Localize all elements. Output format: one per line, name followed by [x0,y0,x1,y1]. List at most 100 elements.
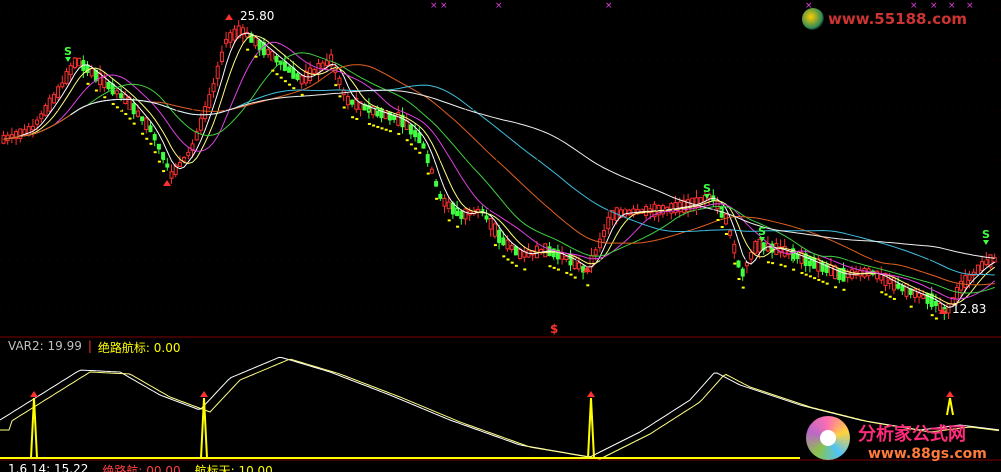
signal-dot [279,76,283,79]
candle-body [715,200,720,210]
signal-dot [456,225,460,228]
signal-dot [804,273,808,276]
signal-dot [288,83,292,86]
candle-body [131,103,136,115]
candle-body [442,197,447,207]
candle-body [177,162,182,167]
signal-dot [884,293,888,296]
candle-body [198,117,203,131]
candle-body [933,301,938,307]
signal-dot [300,93,304,96]
candle-body [47,97,52,112]
candle-body [488,217,493,230]
bottom-legend-2: 绝路航: 00.00 [102,464,181,472]
candle-body [152,134,157,141]
candle-body [207,94,212,108]
candle-body [408,124,413,135]
candle-body [967,274,972,281]
candle-body [597,238,602,249]
bottom-legend-3: 航标天: 10.00 [194,464,273,472]
signal-dot [834,286,838,289]
candle-body [219,51,224,63]
candle-body [270,50,275,61]
indicator-spike [30,397,38,459]
indicator-legend: VAR2: 19.99 | 绝路航标: 0.00 [8,339,180,356]
candle-body [215,65,220,79]
signal-dot [792,268,796,271]
candle-body [421,143,426,149]
signal-dot [586,284,590,287]
candle-body [543,243,548,258]
signal-dot [771,262,775,265]
signal-dot [510,261,514,264]
price-high-label: 25.80 [240,9,275,23]
candle-body [954,286,959,300]
candle-body [299,75,304,85]
candle-body [925,292,930,304]
candle-body [43,105,48,116]
signal-dot [514,264,518,267]
signal-dot [405,139,409,142]
signal-dot [930,314,934,317]
signal-dot [384,128,388,131]
moving-average-line [3,64,995,286]
buy-arrow-icon [163,180,171,186]
candle-body [228,32,233,43]
signal-dot [523,268,527,271]
signal-dot [934,317,938,320]
moving-average-line [3,52,995,294]
candle-body [60,82,65,88]
candle-body [345,95,350,106]
candle-body [30,125,35,131]
candle-body [169,171,174,179]
signal-dot [493,244,497,247]
signal-dot [741,286,745,289]
candle-body [963,275,968,288]
candle-body [509,245,514,251]
candle-body [144,117,149,130]
signal-dot [502,255,506,258]
candle-body [501,237,506,246]
top-x-marker: × [440,1,448,11]
candle-body [497,229,502,243]
candle-body [753,241,758,254]
candle-body [602,230,607,237]
signal-dot [409,143,413,146]
signal-dot [556,268,560,271]
signal-dot [720,226,724,228]
candle-body [921,294,926,299]
buy-arrow-icon [225,14,233,20]
flower-logo-center [820,430,836,446]
candle-body [72,57,77,69]
signal-dot [283,80,287,83]
signal-dot [334,84,338,87]
candle-body [564,255,569,260]
signal-dot [149,142,153,145]
logo-icon [802,8,824,30]
signal-dot [766,261,770,264]
signal-dot [506,258,510,261]
signal-dot [888,295,892,298]
candle-body [379,108,384,119]
candle-body [89,67,94,77]
signal-dot [779,263,783,266]
candle-body [623,209,628,217]
moving-average-line [3,35,995,305]
candles-layer [1,20,997,320]
candle-body [148,125,153,133]
candle-body [900,285,905,292]
candle-body [224,39,229,44]
candle-body [917,292,922,298]
candle-body [887,279,892,285]
signal-dot [733,262,737,265]
candle-body [295,73,300,81]
indicator-spike [587,397,595,459]
candle-body [77,57,82,67]
signal-dot [103,96,107,99]
bottom-watermark-url: www.88gs.com [868,446,987,462]
legend-var2: VAR2: 19.99 [8,339,82,353]
legend-jlhb: 绝路航标: 0.00 [97,341,181,355]
candle-body [186,151,191,157]
signal-dot [111,102,115,105]
candle-body [896,283,901,289]
